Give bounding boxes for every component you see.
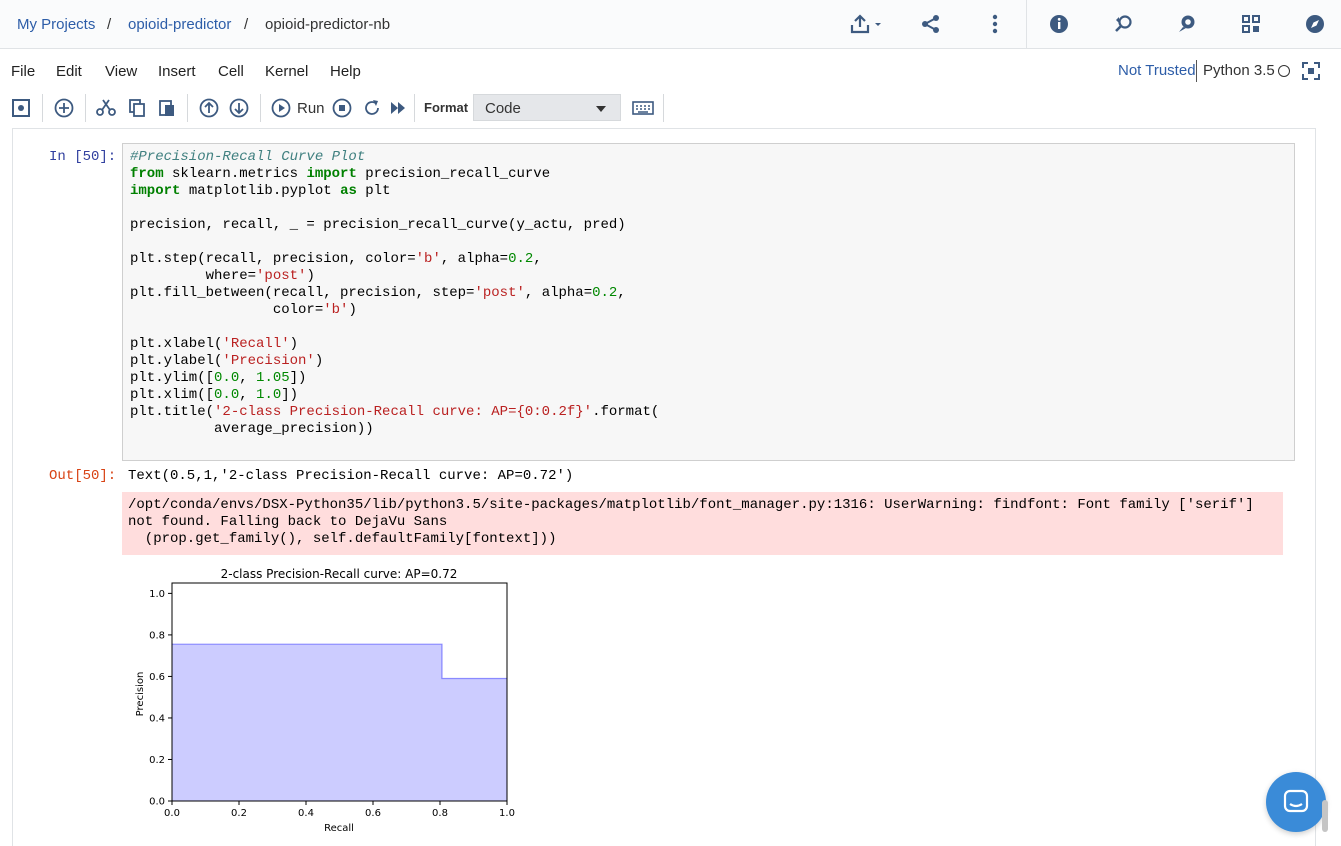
chat-icon <box>1283 789 1309 813</box>
menu-edit[interactable]: Edit <box>56 63 82 80</box>
comments-icon[interactable] <box>1176 13 1198 35</box>
code-line: import matplotlib.pyplot as plt <box>130 183 391 199</box>
code-line: precision, recall, _ = precision_recall_… <box>130 217 626 233</box>
code-line: plt.xlim([0.0, 1.0]) <box>130 387 299 403</box>
compass-icon[interactable] <box>1304 13 1326 35</box>
code-comment: #Precision-Recall Curve Plot <box>130 149 366 165</box>
stderr-output: /opt/conda/envs/DSX-Python35/lib/python3… <box>122 492 1283 555</box>
breadcrumb-notebook: opioid-predictor-nb <box>265 16 391 33</box>
code-line: #Precision-Recall Curve Plot <box>130 149 365 166</box>
stderr-line: not found. Falling back to DejaVu Sans <box>128 514 448 530</box>
x-tick-label: 0.6 <box>365 808 381 819</box>
grid-icon[interactable] <box>1240 13 1262 35</box>
code-line: plt.step(recall, precision, color='b', a… <box>130 251 542 267</box>
menu-help[interactable]: Help <box>330 63 361 80</box>
toolbar-separator <box>42 94 43 122</box>
breadcrumb-my-projects[interactable]: My Projects <box>17 16 95 33</box>
menu-kernel[interactable]: Kernel <box>265 63 308 80</box>
copy-icon[interactable] <box>126 97 148 119</box>
code-line: plt.xlabel('Recall') <box>130 336 299 352</box>
x-tick-label: 0.2 <box>231 808 247 819</box>
keyboard-icon[interactable] <box>632 97 654 119</box>
x-tick-label: 0.4 <box>298 808 314 819</box>
fast-forward-icon[interactable] <box>387 97 409 119</box>
toolbar-divider <box>1026 0 1027 48</box>
menu-view[interactable]: View <box>105 63 137 80</box>
y-tick-label: 1.0 <box>149 589 165 600</box>
trust-indicator[interactable]: Not Trusted <box>1118 62 1196 79</box>
scrollbar-thumb[interactable] <box>1322 800 1328 832</box>
kernel-name[interactable]: Python 3.5 <box>1196 60 1275 82</box>
code-line: average_precision)) <box>130 421 374 437</box>
toolbar-separator <box>187 94 188 122</box>
y-tick-label: 0.0 <box>149 797 165 808</box>
info-icon[interactable] <box>1048 13 1070 35</box>
y-tick-label: 0.8 <box>149 630 165 641</box>
code-cell-editor[interactable]: #Precision-Recall Curve Plot from sklear… <box>122 143 1295 461</box>
toolbar-separator <box>85 94 86 122</box>
cut-icon[interactable] <box>95 97 117 119</box>
move-down-icon[interactable] <box>228 97 250 119</box>
top-bar: My Projects / opioid-predictor / opioid-… <box>0 0 1341 49</box>
toolbar-separator <box>260 94 261 122</box>
toolbar-separator <box>663 94 664 122</box>
menu-cell[interactable]: Cell <box>218 63 244 80</box>
y-tick-label: 0.2 <box>149 755 165 766</box>
cell-type-select[interactable]: Code <box>473 94 621 121</box>
breadcrumb-separator: / <box>244 16 249 33</box>
toolbar-separator <box>414 94 415 122</box>
run-button[interactable]: Run <box>297 100 325 117</box>
y-axis-label: Precision <box>135 672 146 717</box>
move-up-icon[interactable] <box>198 97 220 119</box>
save-icon[interactable] <box>10 97 32 119</box>
fullscreen-icon[interactable] <box>1302 60 1320 82</box>
chat-button[interactable] <box>1266 772 1326 832</box>
menu-file[interactable]: File <box>11 63 35 80</box>
input-prompt: In [50]: <box>49 149 117 165</box>
y-tick-label: 0.6 <box>149 672 165 683</box>
stderr-line: (prop.get_family(), self.defaultFamily[f… <box>128 531 557 547</box>
x-tick-label: 1.0 <box>499 808 515 819</box>
code-line: plt.title('2-class Precision-Recall curv… <box>130 404 660 420</box>
code-line: plt.fill_between(recall, precision, step… <box>130 285 626 301</box>
stop-icon[interactable] <box>331 97 353 119</box>
code-line: from sklearn.metrics import precision_re… <box>130 166 551 182</box>
kernel-status-icon <box>1278 65 1290 77</box>
chart-title: 2-class Precision-Recall curve: AP=0.72 <box>221 567 458 581</box>
restart-icon[interactable] <box>361 97 383 119</box>
insert-cell-icon[interactable] <box>53 97 75 119</box>
chevron-down-icon <box>596 106 606 112</box>
run-icon[interactable] <box>270 97 292 119</box>
code-line: plt.ylim([0.0, 1.05]) <box>130 370 307 386</box>
x-axis-label: Recall <box>324 823 354 834</box>
menu-insert[interactable]: Insert <box>158 63 196 80</box>
code-line: plt.ylabel('Precision') <box>130 353 324 369</box>
more-vertical-icon[interactable] <box>984 13 1006 35</box>
paste-icon[interactable] <box>156 97 178 119</box>
output-prompt: Out[50]: <box>49 468 117 484</box>
format-label: Format <box>424 100 469 115</box>
output-text: Text(0.5,1,'2-class Precision-Recall cur… <box>128 468 574 484</box>
y-tick-label: 0.4 <box>149 713 165 724</box>
cell-type-value: Code <box>485 100 521 117</box>
precision-recall-chart: 2-class Precision-Recall curve: AP=0.72 … <box>135 567 515 834</box>
breadcrumb-separator: / <box>107 16 112 33</box>
breadcrumb-project[interactable]: opioid-predictor <box>128 16 231 33</box>
x-tick-label: 0.8 <box>432 808 448 819</box>
share-icon[interactable] <box>920 13 942 35</box>
pr-area-fill <box>172 644 507 801</box>
upload-icon[interactable] <box>849 13 883 35</box>
find-replace-icon[interactable] <box>1112 13 1134 35</box>
code-line: where='post') <box>130 268 315 284</box>
code-line: color='b') <box>130 302 357 318</box>
x-tick-label: 0.0 <box>164 808 180 819</box>
stderr-line: /opt/conda/envs/DSX-Python35/lib/python3… <box>128 497 1254 513</box>
